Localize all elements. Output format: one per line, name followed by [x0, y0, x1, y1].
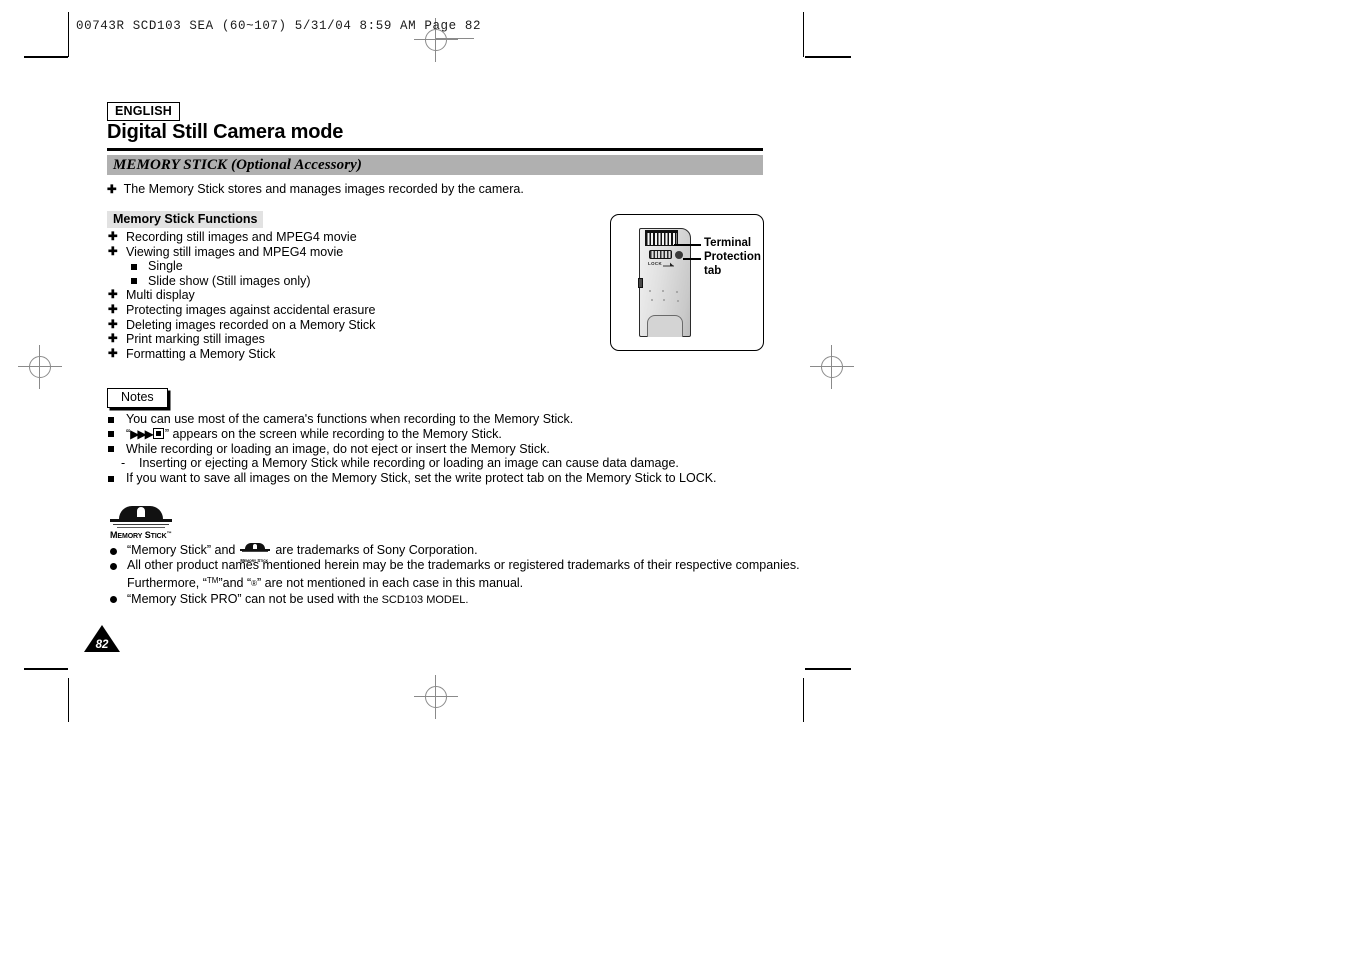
square-bullet-icon [131, 278, 137, 285]
wordmark-tick: TICK [150, 533, 167, 540]
list-item-label: Protecting images against accidental era… [126, 302, 376, 317]
list-item: ✚ Recording still images and MPEG4 movie [107, 230, 577, 245]
club-bullet-icon: ✚ [108, 289, 118, 302]
list-item: ✚ Protecting images against accidental e… [107, 303, 577, 318]
memory-stick-inline-logo-icon: MEMORY STICK [240, 543, 271, 563]
list-item-label: Recording still images and MPEG4 movie [126, 230, 357, 244]
list-item-label: Single [148, 259, 183, 274]
square-bullet-icon [108, 416, 114, 423]
card-dot-pattern [649, 290, 681, 306]
intro-paragraph: ✚ The Memory Stick stores and manages ima… [107, 182, 524, 198]
list-item: Slide show (Still images only) [107, 274, 577, 289]
manual-page: ENGLISH Digital Still Camera mode MEMORY… [0, 0, 1351, 954]
club-bullet-icon: ✚ [108, 303, 118, 316]
protection-tab-dot-icon [675, 250, 683, 259]
memory-stick-wordmark: MEMORY STICK™ [110, 530, 172, 540]
note-subitem: - Inserting or ejecting a Memory Stick w… [107, 456, 767, 471]
dash-bullet-icon: - [121, 456, 126, 471]
round-bullet-icon [110, 562, 117, 570]
note-text: Inserting or ejecting a Memory Stick whi… [139, 456, 679, 471]
tm-superscript: TM [206, 576, 219, 586]
trademark-text-a: All other product names mentioned herein… [127, 558, 800, 573]
list-item-label: Slide show (Still images only) [148, 273, 311, 288]
wordmark-emory: EMORY [117, 533, 143, 540]
list-item: ✚ Multi display [107, 288, 577, 303]
functions-heading: Memory Stick Functions [107, 211, 264, 228]
club-bullet-icon: ✚ [108, 347, 118, 360]
wordmark-tm: ™ [166, 531, 172, 537]
list-item: ✚ Formatting a Memory Stick [107, 347, 577, 362]
write-protect-switch-icon [649, 250, 672, 259]
list-item-label: Multi display [126, 288, 195, 303]
leader-line-protection-tab [683, 258, 701, 260]
note-item: You can use most of the camera's functio… [107, 412, 767, 427]
lock-arrow-icon [663, 262, 674, 266]
note-item: While recording or loading an image, do … [107, 442, 767, 457]
trademark-item-continuation: Furthermore, “TM”and “®” are not mention… [110, 573, 810, 591]
note-item: “▶▶▶” appears on the screen while record… [107, 427, 767, 442]
memory-stick-illustration: LOCK Terminal Protection tab [610, 214, 764, 351]
note-text: ” appears on the screen while recording … [164, 426, 502, 441]
club-bullet-icon: ✚ [108, 318, 118, 331]
club-bullet-icon: ✚ [108, 245, 118, 258]
trademark-text-post: ” are not mentioned in each case in this… [257, 576, 524, 591]
page-title: Digital Still Camera mode [107, 121, 344, 143]
functions-list: ✚ Recording still images and MPEG4 movie… [107, 230, 577, 361]
trademark-text-b: are trademarks of Sony Corporation. [275, 543, 478, 557]
trademark-item: “Memory Stick” and MEMORY STICK are trad… [110, 543, 810, 563]
note-text: While recording or loading an image, do … [126, 441, 550, 456]
section-bar-title: MEMORY STICK (Optional Accessory) [113, 157, 363, 173]
trademark-notes: “Memory Stick” and MEMORY STICK are trad… [110, 543, 810, 608]
leader-line-terminal [674, 244, 701, 246]
note-item: If you want to save all images on the Me… [107, 471, 767, 486]
list-item: Single [107, 259, 577, 274]
card-side-notch [638, 278, 643, 288]
label-protection-tab: tab [704, 265, 722, 277]
square-bullet-icon [108, 431, 114, 438]
trademark-text-pre: Furthermore, “ [127, 576, 207, 591]
trademark-text-a: “Memory Stick” and [127, 543, 236, 557]
card-bottom-arch [647, 315, 683, 337]
notes-list: You can use most of the camera's functio… [107, 412, 767, 486]
club-bullet-icon: ✚ [108, 333, 118, 346]
page-number: 82 [95, 639, 109, 651]
list-item: ✚ Deleting images recorded on a Memory S… [107, 318, 577, 333]
list-item: ✚ Print marking still images [107, 332, 577, 347]
round-bullet-icon [110, 547, 117, 555]
list-item-label: Print marking still images [126, 332, 265, 347]
title-rule [107, 148, 763, 151]
square-bullet-icon [108, 446, 114, 453]
memory-stick-logo-icon: MEMORY STICK™ [110, 506, 172, 540]
list-item: ✚ Viewing still images and MPEG4 movie [107, 245, 577, 260]
round-bullet-icon [110, 596, 117, 604]
list-item-label: Deleting images recorded on a Memory Sti… [126, 317, 376, 332]
language-badge: ENGLISH [107, 102, 180, 121]
list-item-label: Viewing still images and MPEG4 movie [126, 244, 344, 259]
fast-forward-triangles-icon: ▶▶▶ [130, 426, 154, 441]
club-bullet-icon: ✚ [107, 184, 117, 196]
trademark-item: All other product names mentioned herein… [110, 558, 810, 573]
lock-label: LOCK [648, 261, 663, 266]
club-bullet-icon: ✚ [108, 231, 118, 243]
list-item-label: Formatting a Memory Stick [126, 346, 276, 361]
square-bullet-icon [131, 263, 137, 270]
notes-tab: Notes [107, 388, 168, 408]
label-protection: Protection [704, 251, 761, 263]
label-terminal: Terminal [704, 237, 752, 249]
square-bullet-icon [108, 475, 114, 482]
trademark-item: “Memory Stick PRO” can not be used with … [110, 592, 810, 608]
trademark-text-a: “Memory Stick PRO” can not be used with [127, 591, 360, 606]
intro-text: The Memory Stick stores and manages imag… [123, 182, 524, 196]
trademark-model-text: the SCD103 MODEL. [363, 593, 469, 606]
note-text: If you want to save all images on the Me… [126, 471, 717, 486]
trademark-text-mid: ”and “ [218, 576, 252, 591]
note-text: You can use most of the camera's functio… [126, 412, 574, 426]
recording-indicator-icon [152, 427, 164, 439]
section-bar: MEMORY STICK (Optional Accessory) [107, 155, 763, 175]
